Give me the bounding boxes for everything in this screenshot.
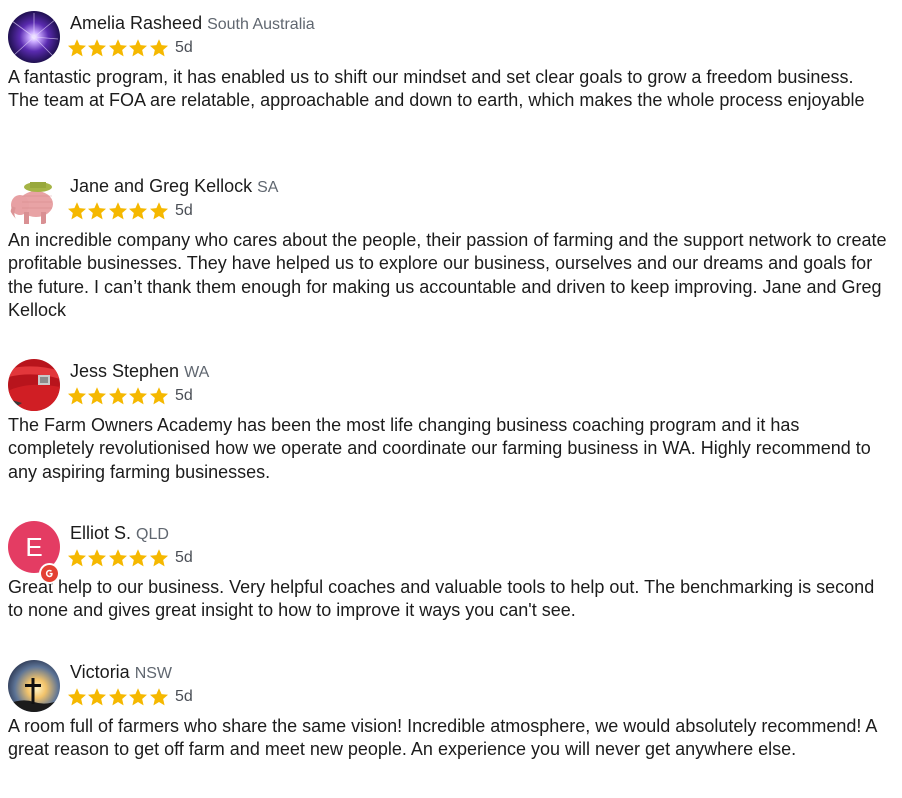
review-card: Jane and Greg Kellock SA 5d An incredible… bbox=[0, 163, 902, 322]
avatar[interactable] bbox=[8, 359, 60, 411]
review-text: An incredible company who cares about th… bbox=[8, 230, 887, 320]
review-age[interactable]: 5d bbox=[175, 549, 193, 567]
star-icon bbox=[88, 549, 107, 567]
star-icon bbox=[88, 202, 107, 220]
review-text: A fantastic program, it has enabled us t… bbox=[8, 67, 865, 111]
star-icon bbox=[68, 387, 86, 405]
star-icon bbox=[88, 688, 107, 706]
review-card: E Elliot S. QLD 5d Great help to our busi… bbox=[0, 510, 902, 623]
review-text: The Farm Owners Academy has been the mos… bbox=[8, 415, 871, 482]
star-icon bbox=[129, 387, 148, 405]
reviewer-name[interactable]: Jess Stephen bbox=[70, 361, 179, 381]
reviewer-name[interactable]: Elliot S. bbox=[70, 523, 131, 543]
star-icon bbox=[68, 39, 86, 57]
review-header: E Elliot S. QLD 5d bbox=[0, 510, 902, 584]
star-icon bbox=[108, 387, 127, 405]
review-age[interactable]: 5d bbox=[175, 688, 193, 706]
reviewer-location: South Australia bbox=[207, 16, 315, 33]
star-rating bbox=[67, 386, 169, 406]
star-icon bbox=[149, 39, 168, 57]
star-icon bbox=[108, 688, 127, 706]
star-icon bbox=[149, 202, 168, 220]
star-icon bbox=[129, 39, 148, 57]
reviewer-location: WA bbox=[184, 364, 210, 381]
star-icon bbox=[149, 688, 168, 706]
reviewer-name[interactable]: Jane and Greg Kellock bbox=[70, 176, 252, 196]
review-card: Amelia Rasheed South Australia 5d A fanta… bbox=[0, 0, 902, 113]
star-rating bbox=[67, 687, 169, 707]
star-icon bbox=[149, 549, 168, 567]
avatar[interactable] bbox=[8, 11, 60, 63]
reviewer-location: QLD bbox=[136, 526, 169, 543]
star-icon bbox=[108, 39, 127, 57]
review-text: Great help to our business. Very helpful… bbox=[8, 577, 875, 621]
star-icon bbox=[88, 387, 107, 405]
review-header: Jess Stephen WA 5d bbox=[0, 348, 902, 414]
star-icon bbox=[68, 202, 86, 220]
review-card: Jess Stephen WA 5d The Farm Owners Academ… bbox=[0, 348, 902, 484]
star-rating bbox=[67, 201, 169, 221]
star-icon bbox=[88, 39, 107, 57]
star-icon bbox=[68, 549, 86, 567]
review-age[interactable]: 5d bbox=[175, 39, 193, 57]
review-header: Amelia Rasheed South Australia 5d bbox=[0, 0, 902, 66]
review-age[interactable]: 5d bbox=[175, 202, 193, 220]
star-icon bbox=[108, 202, 127, 220]
rating-row: 5d bbox=[67, 546, 193, 570]
avatar[interactable] bbox=[8, 174, 60, 226]
star-icon bbox=[129, 202, 148, 220]
rating-row: 5d bbox=[67, 36, 193, 60]
reviews-list: Amelia Rasheed South Australia 5d A fanta… bbox=[0, 0, 902, 798]
rating-row: 5d bbox=[67, 685, 193, 709]
star-rating bbox=[67, 38, 169, 58]
avatar[interactable] bbox=[8, 660, 60, 712]
rating-row: 5d bbox=[67, 199, 193, 223]
google-g-icon bbox=[39, 563, 60, 584]
reviewer-location: SA bbox=[257, 179, 279, 196]
review-age[interactable]: 5d bbox=[175, 387, 193, 405]
review-header: Victoria NSW 5d bbox=[0, 649, 902, 715]
rating-row: 5d bbox=[67, 384, 193, 408]
reviewer-name[interactable]: Amelia Rasheed bbox=[70, 13, 202, 33]
star-icon bbox=[149, 387, 168, 405]
star-icon bbox=[68, 688, 86, 706]
star-icon bbox=[108, 549, 127, 567]
star-rating bbox=[67, 548, 169, 568]
review-text: A room full of farmers who share the sam… bbox=[8, 716, 877, 760]
reviewer-location: NSW bbox=[134, 665, 173, 682]
star-icon bbox=[129, 688, 148, 706]
star-icon bbox=[129, 549, 148, 567]
review-header: Jane and Greg Kellock SA 5d bbox=[0, 163, 902, 229]
reviewer-name[interactable]: Victoria bbox=[70, 662, 130, 682]
review-card: Victoria NSW 5d A room full of farmers wh… bbox=[0, 649, 902, 762]
